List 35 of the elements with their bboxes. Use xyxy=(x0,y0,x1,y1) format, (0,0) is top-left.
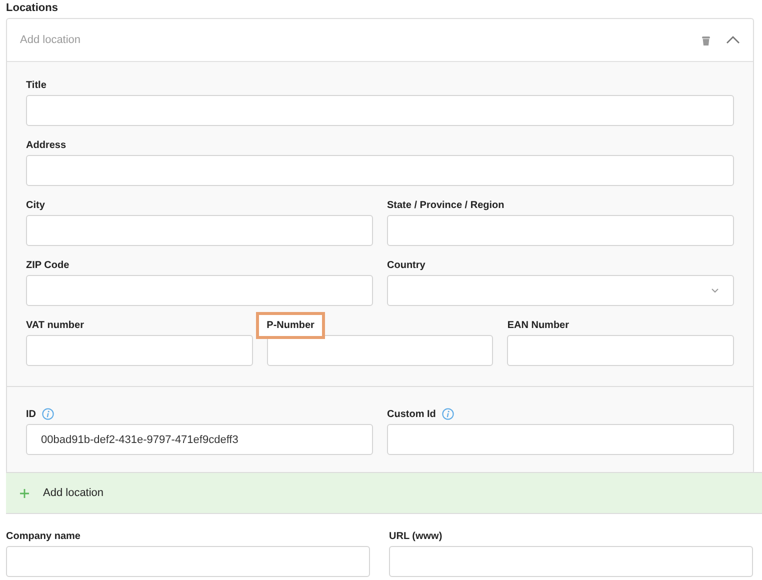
add-location-button[interactable]: Add location xyxy=(6,472,762,514)
select-field[interactable] xyxy=(387,275,734,306)
field-label: ID xyxy=(26,408,36,420)
input-field[interactable] xyxy=(26,275,373,306)
info-icon[interactable] xyxy=(442,408,454,420)
input-field[interactable] xyxy=(266,335,494,366)
input-field[interactable] xyxy=(6,546,370,577)
input-field[interactable] xyxy=(387,424,734,455)
field-label: ZIP Code xyxy=(26,260,70,270)
field-label: P-Number xyxy=(256,312,326,338)
field-label: Custom Id xyxy=(387,408,436,420)
field-label: City xyxy=(26,200,45,210)
field-label: VAT number xyxy=(26,320,84,330)
plus-icon xyxy=(20,488,29,498)
caret-icon xyxy=(711,288,719,293)
input-field[interactable] xyxy=(26,95,734,126)
input-field[interactable] xyxy=(507,335,734,366)
field-label: Title xyxy=(26,80,46,90)
field-label: Company name xyxy=(6,530,80,542)
input-field[interactable] xyxy=(26,155,734,186)
input-field[interactable] xyxy=(387,215,734,246)
field-label: Country xyxy=(387,260,426,270)
input-field[interactable] xyxy=(26,335,253,366)
info-icon[interactable] xyxy=(42,408,54,420)
field-label: URL (www) xyxy=(389,530,442,542)
location-header: Add location xyxy=(20,34,82,46)
field-label: Address xyxy=(26,140,66,150)
input-field[interactable]: 00bad91b-def2-431e-9797-471ef9cdeff3 xyxy=(26,424,373,455)
field-label: EAN Number xyxy=(507,320,570,330)
section-title: Locations xyxy=(6,1,59,15)
trash-icon[interactable] xyxy=(701,34,711,46)
collapse-chevron-icon[interactable] xyxy=(726,36,740,44)
input-field[interactable] xyxy=(26,215,373,246)
input-field[interactable] xyxy=(389,546,753,577)
field-label: State / Province / Region xyxy=(387,200,504,210)
